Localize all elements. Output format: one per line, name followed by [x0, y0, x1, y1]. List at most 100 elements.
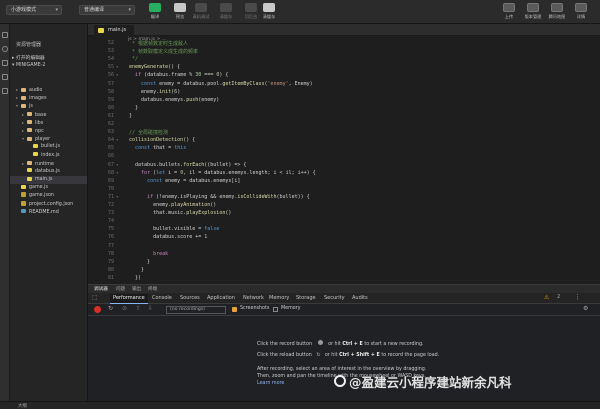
folder-icon	[27, 112, 32, 117]
toolbar-right-button[interactable]: 版本管理	[520, 3, 546, 22]
upload-profile-icon[interactable]: ⇧	[136, 305, 141, 312]
code-line: }	[129, 112, 133, 119]
mode-select[interactable]: 小游戏模式 ▾	[6, 5, 62, 15]
devtools-tab[interactable]: Audits	[349, 294, 371, 304]
more-icon[interactable]: ⋮	[574, 293, 581, 301]
memory-checkbox[interactable]	[273, 307, 278, 312]
debug-panel-tab[interactable]: 问题	[116, 286, 125, 292]
details-icon	[575, 3, 587, 12]
line-number: 54	[107, 56, 114, 63]
tree-item[interactable]: ▾ js	[10, 102, 87, 110]
tree-item[interactable]: ▸ runtime	[10, 160, 87, 168]
tree-item[interactable]: ▾ player	[10, 135, 87, 143]
line-number: 53	[107, 48, 114, 55]
line-number: 56	[107, 72, 114, 79]
tree-item[interactable]: index.js	[10, 152, 87, 160]
devtools-tab[interactable]: Application	[204, 294, 238, 304]
outline-section[interactable]: 大纲	[18, 403, 27, 409]
reload-icon[interactable]: ↻	[108, 305, 113, 312]
code-line: })	[129, 274, 142, 281]
tree-item[interactable]: ▸ libs	[10, 119, 87, 127]
devtools-tab[interactable]: Security	[321, 294, 348, 304]
editor-tab-bar: main.js	[88, 24, 600, 36]
source-control-icon[interactable]	[2, 60, 8, 66]
debug-panel-tab[interactable]: 输出	[132, 286, 141, 292]
fold-chevron-icon[interactable]: ▾	[116, 170, 118, 175]
toolbar-button[interactable]: 真机调试	[188, 3, 214, 22]
tree-item[interactable]: ▸ audio	[10, 86, 87, 94]
tree-item[interactable]: ▸ npc	[10, 127, 87, 135]
fold-chevron-icon[interactable]: ▾	[116, 162, 118, 167]
md-file-icon	[21, 209, 26, 214]
tree-item[interactable]: main.js	[10, 176, 87, 185]
fold-chevron-icon[interactable]: ▾	[116, 72, 118, 77]
reload-hint-icon: ↻	[316, 353, 321, 358]
chevron-down-icon: ▾	[128, 7, 131, 13]
tree-item[interactable]: bullet.js	[10, 143, 87, 151]
recording-select[interactable]: (no recordings)	[166, 306, 226, 314]
project-section[interactable]: ▾ MINIGAME-2	[12, 63, 45, 68]
learn-more-link[interactable]: Learn more	[257, 381, 284, 386]
tree-item[interactable]: ▸ base	[10, 111, 87, 119]
toolbar-button[interactable]: 清缓存	[213, 3, 239, 22]
line-number: 66	[107, 153, 114, 160]
toolbar-button-label: 上传	[504, 14, 514, 19]
compile-select[interactable]: 普通编译 ▾	[79, 5, 135, 15]
code-line: enemy.playAnimation()	[129, 202, 217, 208]
tree-item-label: base	[35, 112, 47, 118]
toolbar-button-label: 编译	[150, 14, 160, 19]
tree-item[interactable]: databus.js	[10, 168, 87, 176]
json-file-icon	[21, 192, 26, 198]
line-number: 61	[107, 112, 114, 119]
screenshots-checkbox[interactable]	[232, 307, 237, 312]
code-line: const enemy = databus.pool.getItemByClas…	[141, 80, 313, 87]
debug-panel-tab[interactable]: 终端	[148, 286, 157, 292]
toolbar-right-button[interactable]: 详情	[568, 3, 594, 22]
tree-item[interactable]: project.config.json	[10, 200, 87, 209]
code-editor[interactable]: 52 * 根据帧数定时生成敌人 53 * 帧数取模定义成生成的频率 54 */55 ▾…	[88, 38, 600, 284]
watermark: @盈建云小程序建站新余凡科	[349, 375, 512, 390]
tree-item[interactable]: game.json	[10, 192, 87, 200]
devtools-tab[interactable]: Storage	[293, 294, 319, 304]
code-line: // 全局碰撞检测	[129, 130, 169, 137]
fold-chevron-icon[interactable]: ▾	[116, 137, 118, 142]
tree-item[interactable]: ▸ images	[10, 94, 87, 102]
tab-label: main.js	[108, 27, 127, 33]
tree-item[interactable]: game.js	[10, 184, 87, 192]
search-icon[interactable]	[2, 46, 8, 52]
debug-run-icon[interactable]	[2, 74, 8, 80]
code-line: }	[129, 104, 139, 111]
line-number: 80	[107, 266, 114, 273]
toolbar-right-button[interactable]: 上传	[496, 3, 522, 22]
warning-icon[interactable]: ⚠	[544, 294, 549, 301]
code-line: const that = this	[135, 145, 187, 152]
tree-item[interactable]: README.md	[10, 209, 87, 217]
line-number: 58	[107, 88, 114, 95]
toolbar-right-button[interactable]: 腾讯地图	[544, 3, 570, 22]
fold-chevron-icon[interactable]: ▾	[116, 64, 118, 69]
debug-panel-tabs: 调试器 问题 输出 终端	[88, 284, 600, 293]
tab-main-js[interactable]: main.js	[94, 25, 135, 36]
download-profile-icon[interactable]: ⇩	[148, 305, 153, 312]
code-line: break	[153, 250, 169, 257]
gear-icon[interactable]: ⚙	[583, 305, 588, 312]
open-editors-section[interactable]: ▸ 打开的编辑器	[12, 54, 45, 61]
folder-icon	[21, 87, 26, 92]
extensions-icon[interactable]	[2, 88, 8, 94]
devtools-tab[interactable]: Network	[240, 294, 267, 304]
devtools-tab[interactable]: Sources	[177, 294, 203, 304]
devtools-tab[interactable]: Memory	[266, 294, 292, 304]
line-number: 52	[107, 40, 114, 46]
toolbar-button[interactable]: 编译	[142, 3, 168, 22]
devtools-tab[interactable]: Performance	[110, 294, 148, 304]
code-line: if (!enemy.isPlaying && enemy.isCollideW…	[147, 193, 310, 200]
toolbar-button[interactable]: 清缓存	[256, 3, 282, 22]
files-icon[interactable]	[2, 32, 8, 38]
devtools-tab[interactable]: Console	[149, 294, 175, 304]
fold-chevron-icon[interactable]: ▾	[116, 194, 118, 199]
clear-icon[interactable]: ⊘	[122, 305, 127, 312]
debug-panel-tab[interactable]: 调试器	[94, 286, 108, 292]
inspect-icon[interactable]: ⬚	[92, 294, 98, 301]
record-icon[interactable]	[94, 306, 101, 313]
line-number: 65	[107, 145, 114, 152]
